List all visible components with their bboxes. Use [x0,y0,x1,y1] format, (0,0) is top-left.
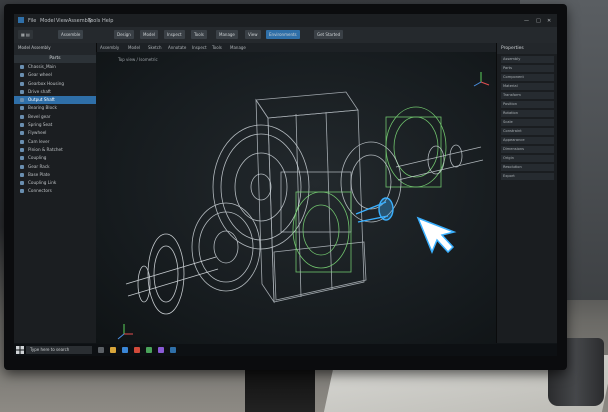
properties-title: Properties [497,43,557,54]
ribbon-tab-manage[interactable]: Manage [216,30,238,39]
ribbon-tab-environments[interactable]: Environments [266,30,300,39]
doc-tab-annotate[interactable]: Annotate [168,45,186,50]
browser-title: Parts [14,55,96,63]
doc-tab-assembly[interactable]: Assembly [100,45,119,50]
task-view-icon[interactable] [98,347,104,353]
properties-list: Assembly Parts Component Material Transform P… [497,56,557,180]
menu-item-file[interactable]: File [28,18,36,24]
ribbon-tab-assemble[interactable]: Assemble [58,30,84,39]
document-tabs: Assembly Model Sketch Annotate Inspect T… [96,43,496,52]
part-list-item[interactable]: Bearing Block [14,104,96,112]
file-explorer-icon[interactable] [110,347,116,353]
part-list-item[interactable]: Gear Rack [14,163,96,171]
part-list-item[interactable]: Base Plate [14,171,96,179]
doc-tab-tools[interactable]: Tools [212,45,222,50]
ribbon-tab-design[interactable]: Design [114,30,134,39]
taskbar-search-input[interactable]: Type here to search [26,346,92,354]
browser-tabs[interactable]: Model Assembly [14,43,96,55]
part-list-item[interactable]: Coupling Link [14,179,96,187]
part-list: Chassis_Main Gear wheel Gearbox Housing Dri… [14,63,96,196]
property-row[interactable]: Material [501,83,554,90]
close-icon[interactable]: ✕ [547,18,551,24]
property-row[interactable]: Scale [501,119,554,126]
part-list-item[interactable]: Output Shaft [14,96,96,105]
part-list-item[interactable]: Gear wheel [14,71,96,79]
menu-item-help[interactable]: Help [102,18,113,24]
doc-tab-manage[interactable]: Manage [230,45,246,50]
part-list-item[interactable]: Pinion & Ratchet [14,146,96,154]
property-row[interactable]: Dimensions [501,146,554,153]
property-row[interactable]: Origin [501,155,554,162]
toolbar-icon-group[interactable]: ▦ ▤ [18,30,33,39]
menu-item-tools[interactable]: Tools [88,18,100,24]
browser-icon[interactable] [122,347,128,353]
screen: File Model View Assembly Tools Help — □ … [14,14,557,356]
viewport-label: Top view / Isometric [118,57,158,62]
minimize-icon[interactable]: — [524,18,529,24]
gearbox-wireframe [117,72,490,340]
property-row[interactable]: Transform [501,92,554,99]
property-row[interactable]: Export [501,173,554,180]
cad-app-icon[interactable] [170,347,176,353]
monitor: File Model View Assembly Tools Help — □ … [4,4,567,370]
part-list-item[interactable]: Gearbox Housing [14,80,96,88]
part-list-item[interactable]: Connectors [14,187,96,195]
property-row[interactable]: Rotation [501,110,554,117]
title-bar: File Model View Assembly Tools Help — □ … [14,14,557,27]
model-browser: Model Assembly Parts Chassis_Main Gear wh… [14,43,97,343]
menu-item-model[interactable]: Model [40,18,55,24]
doc-tab-sketch[interactable]: Sketch [148,45,161,50]
doc-tab-model[interactable]: Model [128,45,140,50]
property-row[interactable]: Component [501,74,554,81]
part-list-item[interactable]: Flywheel [14,129,96,137]
app-logo-icon [18,17,24,23]
property-row[interactable]: Parts [501,65,554,72]
view-cube-icon[interactable] [473,72,490,87]
ribbon-tab-get-started[interactable]: Get Started [314,30,344,39]
taskbar: Type here to search [14,344,557,356]
doc-tab-inspect[interactable]: Inspect [192,45,207,50]
property-row[interactable]: Constraint [501,128,554,135]
ribbon-tab-view[interactable]: View [245,30,261,39]
maximize-icon[interactable]: □ [536,18,541,24]
3d-viewport[interactable]: Top view / Isometric [96,52,496,344]
axis-triad-icon [117,324,133,340]
menu-item-view[interactable]: View [56,18,68,24]
ribbon-tab-inspect[interactable]: Inspect [164,30,185,39]
monitor-stand [245,368,315,412]
part-list-item[interactable]: Drive shaft [14,88,96,96]
mouse-cursor-icon [416,216,457,254]
app-icon-red[interactable] [134,347,140,353]
part-list-item[interactable]: Cam lever [14,138,96,146]
property-row[interactable]: Appearance [501,137,554,144]
property-row[interactable]: Position [501,101,554,108]
part-list-item[interactable]: Chassis_Main [14,63,96,71]
windows-start-icon[interactable] [16,346,24,354]
part-list-item[interactable]: Spring Seat [14,121,96,129]
ribbon-tab-model[interactable]: Model [140,30,159,39]
property-row[interactable]: Resolution [501,164,554,171]
property-row[interactable]: Assembly [501,56,554,63]
part-list-item[interactable]: Coupling [14,154,96,162]
properties-panel: Properties Assembly Parts Component Materia… [496,43,557,343]
app-icon-purple[interactable] [158,347,164,353]
ribbon: ▦ ▤ Assemble Design Model Inspect Tools … [14,27,557,44]
app-icon-green[interactable] [146,347,152,353]
part-list-item[interactable]: Bevel gear [14,113,96,121]
ribbon-tab-tools[interactable]: Tools [191,30,207,39]
